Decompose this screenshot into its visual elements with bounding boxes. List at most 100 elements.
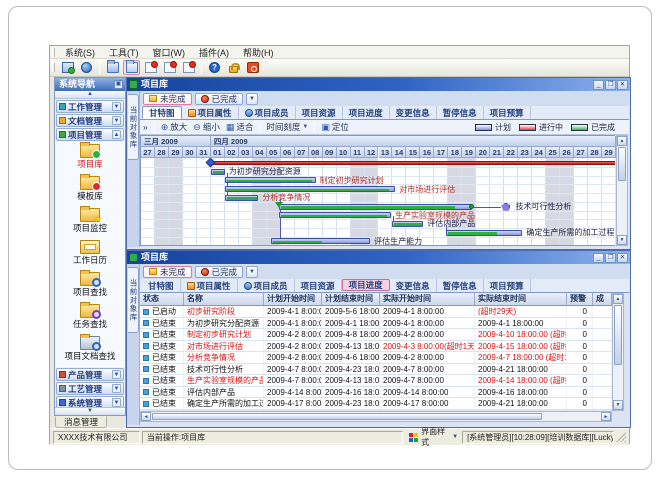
tab-overflow-button[interactable]: ▼ xyxy=(246,266,258,278)
tab-overflow-button[interactable]: ▼ xyxy=(246,93,258,105)
detail-tab-项目进度[interactable]: 项目进度 xyxy=(343,106,390,119)
day-header-cell[interactable]: 24 xyxy=(532,147,546,158)
view-tab-未完成[interactable]: 未完成 xyxy=(143,266,192,278)
restore-button[interactable]: ❐ xyxy=(605,80,616,90)
table-vertical-scrollbar[interactable]: ▲ ▼ xyxy=(612,293,624,411)
day-header-cell[interactable]: 08 xyxy=(309,147,323,158)
sidebar-group-工作管理[interactable]: 工作管理▼ xyxy=(56,100,124,113)
detail-tab-项目属性[interactable]: 项目属性 xyxy=(181,279,238,292)
report-3-button[interactable] xyxy=(180,60,197,75)
chevron-down-icon[interactable]: ▼ xyxy=(112,102,121,111)
detail-tab-项目成员[interactable]: 项目成员 xyxy=(239,106,296,119)
folder-button[interactable] xyxy=(104,60,121,75)
column-header-预警[interactable]: 预警 xyxy=(567,293,593,306)
chevron-up-icon[interactable]: ▲ xyxy=(112,130,121,139)
detail-tab-项目进度[interactable]: 项目进度 xyxy=(342,279,390,291)
chevron-down-icon[interactable]: ▼ xyxy=(112,370,121,379)
day-header-cell[interactable]: 12 xyxy=(365,147,379,158)
restore-button[interactable]: ❐ xyxy=(605,253,616,263)
sidebar-item-项目监控[interactable]: 项目监控 xyxy=(55,208,125,238)
gantt-vertical-scrollbar[interactable]: ▲ ▼ xyxy=(616,135,628,246)
sidebar-item-项目库[interactable]: 项目库 xyxy=(55,144,125,174)
day-header-cell[interactable]: 17 xyxy=(434,147,448,158)
message-management-tab[interactable]: 消息管理 xyxy=(55,416,107,428)
chevron-down-icon[interactable]: ▼ xyxy=(452,434,458,440)
menu-item[interactable]: 窗口(W) xyxy=(146,48,193,58)
column-header-实际开始时间[interactable]: 实际开始时间 xyxy=(380,293,475,306)
close-button[interactable]: ✕ xyxy=(617,80,628,90)
sidebar-scroll-up-button[interactable]: ▲ xyxy=(55,91,125,99)
day-header-cell[interactable]: 29 xyxy=(169,147,183,158)
fit-button[interactable]: ▦适合 xyxy=(223,121,257,134)
view-tab-已完成[interactable]: 已完成 xyxy=(195,93,244,105)
day-header-cell[interactable]: 30 xyxy=(183,147,197,158)
table-row[interactable]: 已结束对市场进行评估2009-4-2 8:00:002009-4-13 18:0… xyxy=(140,341,612,353)
scroll-down-icon[interactable]: ▼ xyxy=(617,235,627,245)
table-row[interactable]: 已结束分析竞争情况2009-4-2 8:00:002009-4-6 18:00:… xyxy=(140,352,612,364)
column-header-状态[interactable]: 状态 xyxy=(140,293,184,306)
day-header-cell[interactable]: 19 xyxy=(462,147,476,158)
day-header-cell[interactable]: 29 xyxy=(602,147,616,158)
day-header-cell[interactable]: 26 xyxy=(560,147,574,158)
help-button[interactable] xyxy=(206,60,223,75)
toolbar-grip[interactable] xyxy=(52,63,55,72)
folder-open-button[interactable] xyxy=(123,60,140,75)
view-tab-已完成[interactable]: 已完成 xyxy=(195,266,244,278)
column-header-成[interactable]: 成 xyxy=(593,293,612,306)
sidebar-item-模板库[interactable]: 模板库 xyxy=(55,176,125,206)
gantt-task-bar[interactable] xyxy=(279,204,472,210)
day-header-cell[interactable]: 28 xyxy=(155,147,169,158)
menu-item[interactable]: 系统(S) xyxy=(58,48,102,58)
day-header-cell[interactable]: 01 xyxy=(211,147,225,158)
sidebar-group-工艺管理[interactable]: 工艺管理▼ xyxy=(56,382,124,395)
sidebar-group-项目管理[interactable]: 项目管理▲ xyxy=(56,128,124,141)
gantt-task-bar[interactable] xyxy=(225,195,259,201)
menu-item[interactable]: 插件(A) xyxy=(192,48,236,58)
sidebar-scroll-down-button[interactable]: ▼ xyxy=(55,407,125,415)
table-row[interactable]: 已结束制定初步研究计划2009-4-2 8:00:002009-4-8 18:0… xyxy=(140,329,612,341)
day-header-cell[interactable]: 05 xyxy=(267,147,281,158)
sidebar-item-项目文档查找[interactable]: 项目文档查找 xyxy=(55,336,125,366)
detail-tab-项目预算[interactable]: 项目预算 xyxy=(484,106,531,119)
chevron-down-icon[interactable]: ▼ xyxy=(112,116,121,125)
day-header-cell[interactable]: 02 xyxy=(225,147,239,158)
stop-button[interactable] xyxy=(244,60,261,75)
table-row[interactable]: 已结束技术可行性分析2009-4-7 8:00:002009-4-23 18:0… xyxy=(140,364,612,376)
table-row[interactable]: 已结束生产实验室规模的产品2009-4-7 8:00:002009-4-13 1… xyxy=(140,375,612,387)
day-header-cell[interactable]: 28 xyxy=(588,147,602,158)
day-header-cell[interactable]: 14 xyxy=(392,147,406,158)
day-header-cell[interactable]: 18 xyxy=(448,147,462,158)
day-header-cell[interactable]: 09 xyxy=(323,147,337,158)
time-scale-button[interactable]: 时间刻度▼ xyxy=(263,121,311,134)
detail-tab-甘特图[interactable]: 甘特图 xyxy=(142,106,182,119)
gantt-task-bar[interactable] xyxy=(271,238,370,244)
day-header-cell[interactable]: 25 xyxy=(546,147,560,158)
chevron-down-icon[interactable]: ▼ xyxy=(112,384,121,393)
table-row[interactable]: 已结束为初步研究分配资源2009-4-1 8:00:002009-4-1 18:… xyxy=(140,318,612,330)
locate-button[interactable]: ▣定位 xyxy=(318,121,352,134)
column-header-名称[interactable]: 名称 xyxy=(184,293,264,306)
zoom-in-button[interactable]: ⊕放大 xyxy=(158,121,191,134)
gantt-task-bar[interactable] xyxy=(446,230,523,236)
day-header-cell[interactable]: 27 xyxy=(574,147,588,158)
day-header-cell[interactable]: 04 xyxy=(253,147,267,158)
sidebar-pin-icon[interactable]: ▣ xyxy=(114,80,123,89)
lock-button[interactable] xyxy=(225,60,242,75)
sidebar-item-工作日历[interactable]: 工作日历 xyxy=(55,240,125,270)
menu-item[interactable]: 工具(T) xyxy=(102,48,146,58)
view-tab-未完成[interactable]: 未完成 xyxy=(143,93,192,105)
report-2-button[interactable] xyxy=(161,60,178,75)
globe-button[interactable] xyxy=(78,60,95,75)
detail-tab-项目资源[interactable]: 项目资源 xyxy=(295,279,342,292)
sidebar-group-产品管理[interactable]: 产品管理▼ xyxy=(56,368,124,381)
scroll-thumb[interactable] xyxy=(618,147,626,181)
gantt-task-bar[interactable] xyxy=(211,169,225,175)
day-header-cell[interactable]: 06 xyxy=(281,147,295,158)
day-header-cell[interactable]: 22 xyxy=(504,147,518,158)
column-header-计划结束时间[interactable]: 计划结束时间 xyxy=(322,293,380,306)
scroll-thumb[interactable] xyxy=(614,305,622,365)
interface-style-label[interactable]: 界面样式 xyxy=(421,426,450,448)
window-title-bar[interactable]: 项目库 _ ❐ ✕ xyxy=(127,251,630,264)
detail-tab-暂停信息[interactable]: 暂停信息 xyxy=(437,279,484,292)
detail-tab-变更信息[interactable]: 变更信息 xyxy=(390,106,437,119)
